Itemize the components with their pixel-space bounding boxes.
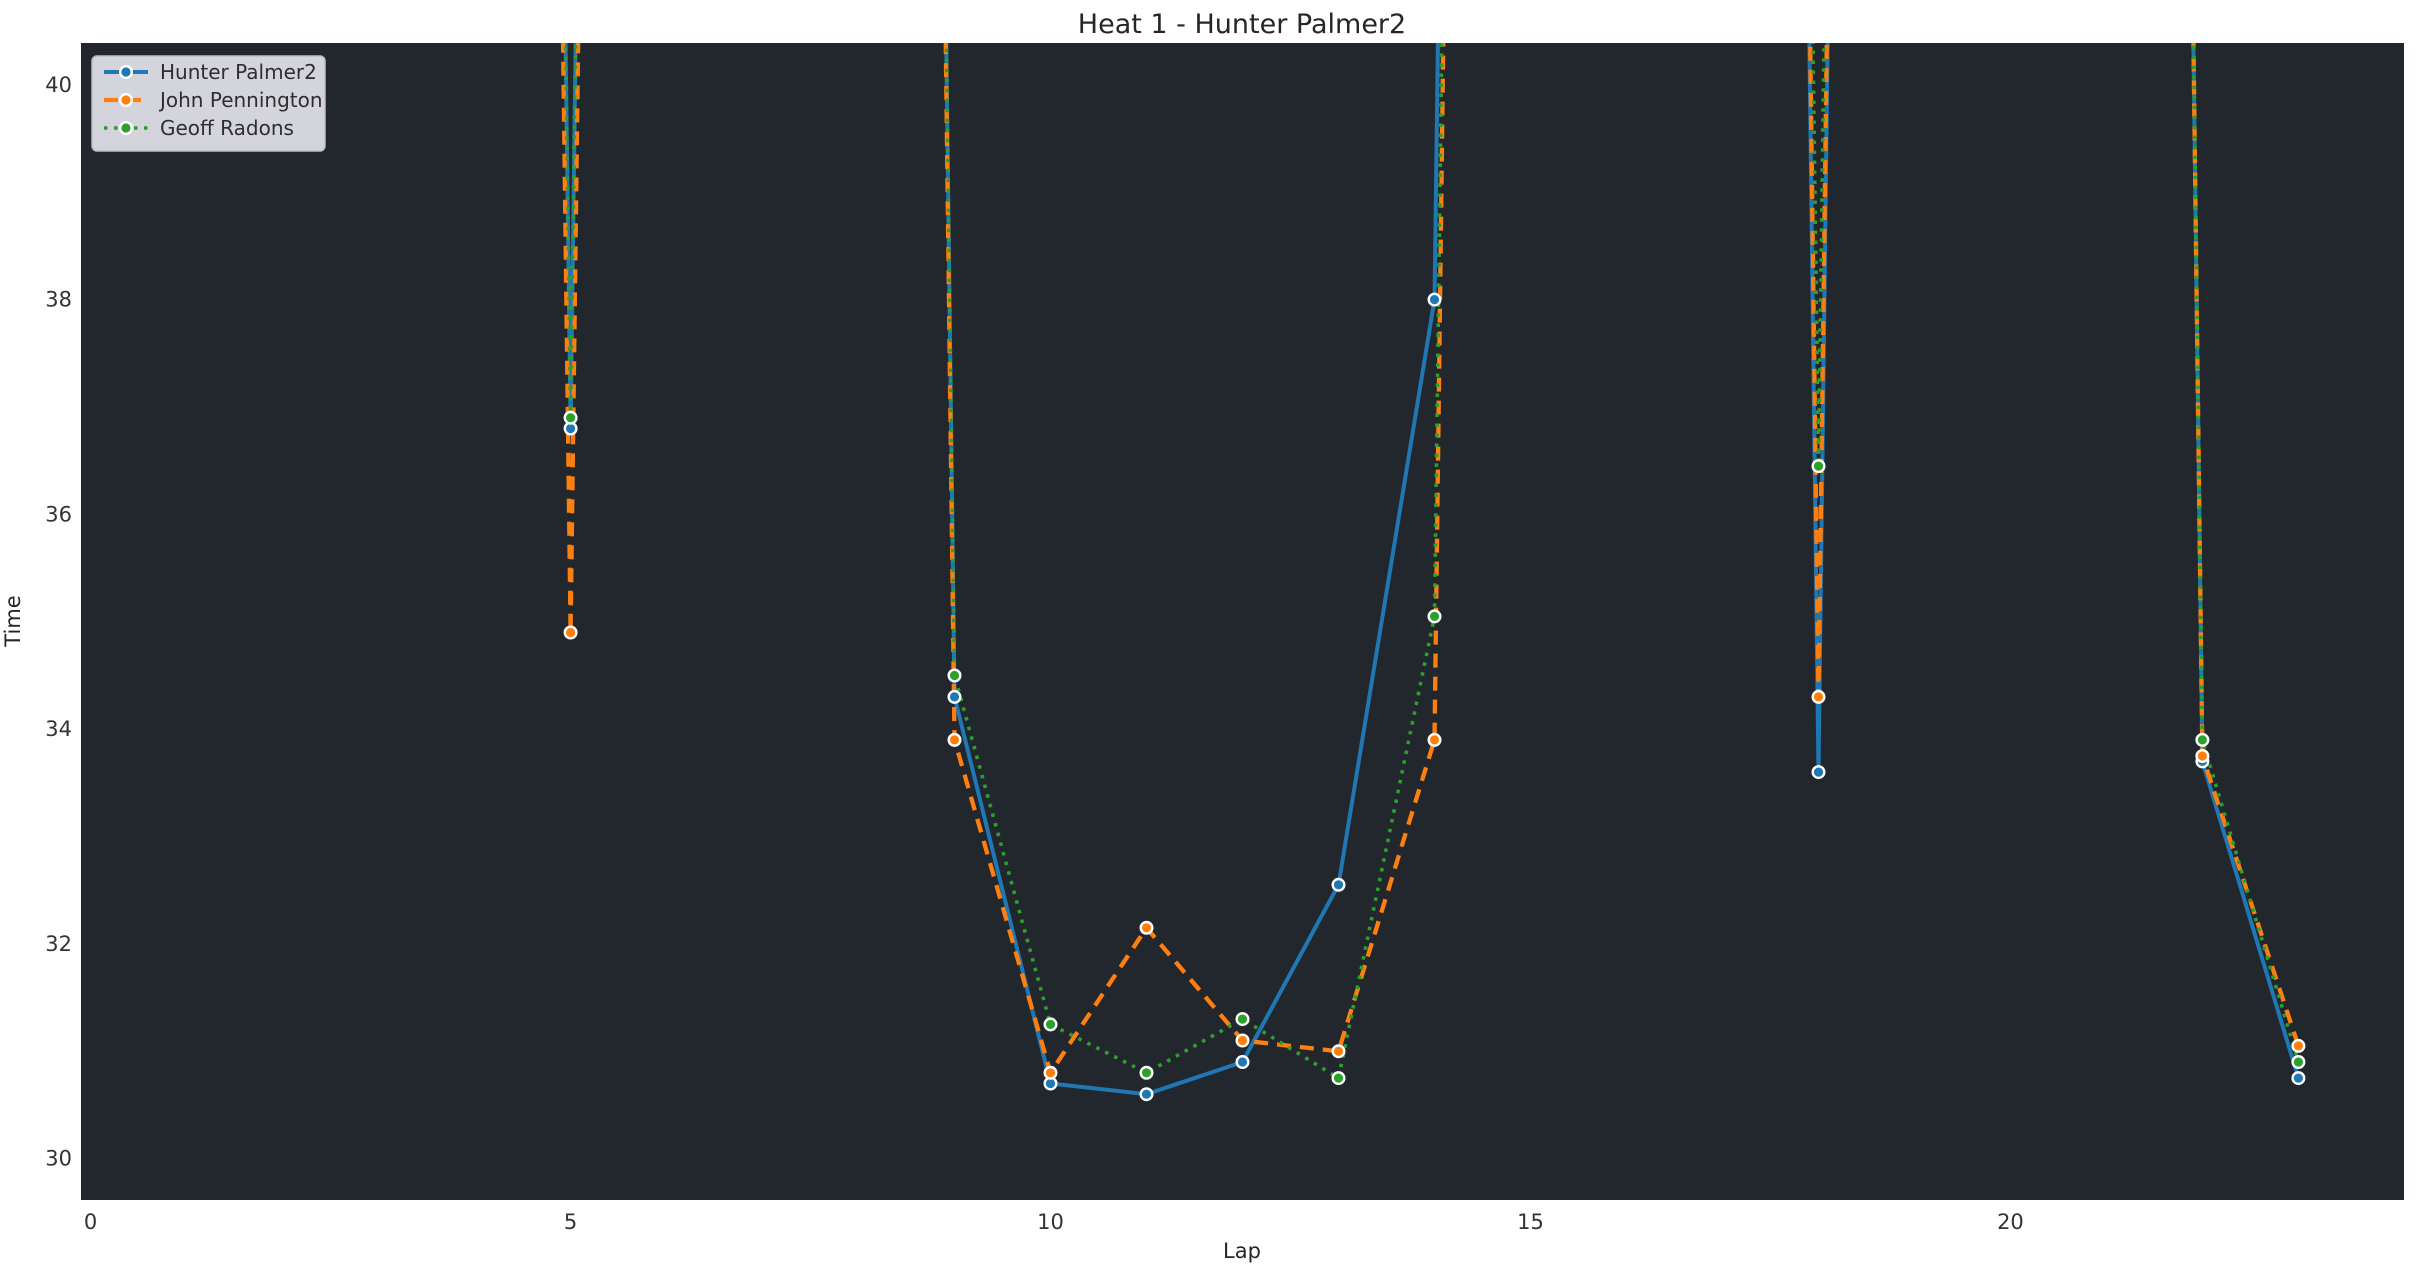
data-point-geoff-radons-lap-12 (1235, 1012, 1250, 1027)
y-tick-label-30: 30 (45, 1147, 72, 1171)
legend-label-john-pennington: John Pennington (158, 88, 323, 112)
legend-label-geoff-radons: Geoff Radons (160, 116, 294, 140)
y-tick-label-40: 40 (45, 73, 72, 97)
data-point-hunter-palmer2-lap-13 (1331, 877, 1346, 892)
y-tick-label-36: 36 (45, 502, 72, 526)
data-point-geoff-radons-lap-9 (947, 668, 962, 683)
legend-marker-john-pennington (118, 92, 133, 107)
y-axis-ticks: 30 32 34 36 38 40 (45, 73, 72, 1171)
x-axis-label: Lap (1223, 1239, 1261, 1263)
data-point-john-pennington-lap-5 (563, 625, 578, 640)
y-tick-label-34: 34 (45, 717, 72, 741)
x-tick-label-20: 20 (1997, 1210, 2024, 1234)
data-point-hunter-palmer2-lap-18 (1811, 765, 1826, 780)
data-point-john-pennington-lap-23 (2291, 1038, 2306, 1053)
x-tick-label-5: 5 (564, 1210, 577, 1234)
data-point-geoff-radons-lap-5 (563, 410, 578, 425)
y-tick-label-32: 32 (45, 932, 72, 956)
figure: Heat 1 - Hunter Palmer2 Lap Time 30 32 34 3… (0, 0, 2420, 1276)
plot-area (81, 43, 2404, 1200)
data-point-hunter-palmer2-lap-12 (1235, 1054, 1250, 1069)
data-point-john-pennington-lap-18 (1811, 689, 1826, 704)
data-point-hunter-palmer2-lap-9 (947, 689, 962, 704)
data-point-john-pennington-lap-13 (1331, 1044, 1346, 1059)
data-point-john-pennington-lap-14 (1427, 732, 1442, 747)
data-point-geoff-radons-lap-22 (2195, 732, 2210, 747)
data-point-geoff-radons-lap-10 (1043, 1017, 1058, 1032)
data-point-geoff-radons-lap-14 (1427, 609, 1442, 624)
data-point-geoff-radons-lap-18 (1811, 459, 1826, 474)
data-point-geoff-radons-lap-11 (1139, 1065, 1154, 1080)
legend-marker-geoff-radons (118, 120, 133, 135)
data-point-hunter-palmer2-lap-23 (2291, 1071, 2306, 1086)
y-axis-label: Time (1, 595, 25, 647)
data-point-john-pennington-lap-12 (1235, 1033, 1250, 1048)
legend-label-hunter-palmer2: Hunter Palmer2 (160, 60, 317, 84)
chart-title: Heat 1 - Hunter Palmer2 (1078, 9, 1406, 40)
x-tick-label-0: 0 (84, 1210, 97, 1234)
data-point-hunter-palmer2-lap-11 (1139, 1087, 1154, 1102)
legend-marker-hunter-palmer2 (118, 64, 133, 79)
data-point-john-pennington-lap-9 (947, 732, 962, 747)
data-point-geoff-radons-lap-23 (2291, 1054, 2306, 1069)
data-point-hunter-palmer2-lap-14 (1427, 292, 1442, 307)
legend: Hunter Palmer2 John Pennington Geoff Radon… (91, 55, 326, 152)
data-point-john-pennington-lap-10 (1043, 1065, 1058, 1080)
data-point-john-pennington-lap-11 (1139, 920, 1154, 935)
x-tick-label-15: 15 (1517, 1210, 1544, 1234)
data-point-geoff-radons-lap-13 (1331, 1071, 1346, 1086)
data-point-john-pennington-lap-22 (2195, 749, 2210, 764)
x-axis-ticks: 0 5 10 15 20 (84, 1210, 2024, 1234)
x-tick-label-10: 10 (1037, 1210, 1064, 1234)
line-chart: Heat 1 - Hunter Palmer2 Lap Time 3032343… (1, 9, 2404, 1263)
y-tick-label-38: 38 (45, 288, 72, 312)
